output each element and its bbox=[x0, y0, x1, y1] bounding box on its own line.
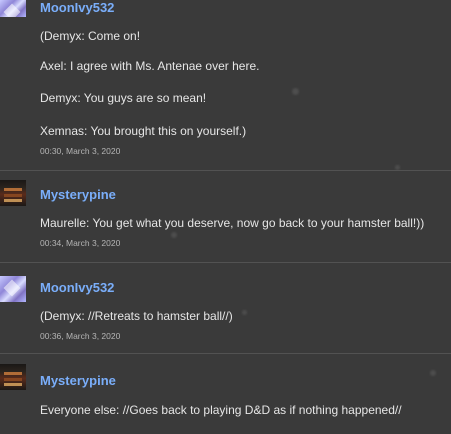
background-speck bbox=[171, 232, 177, 238]
timestamp: 00:34, March 3, 2020 bbox=[40, 238, 121, 248]
crystal-avatar[interactable] bbox=[0, 0, 26, 17]
comment-divider bbox=[0, 353, 451, 354]
timestamp: 00:30, March 3, 2020 bbox=[40, 146, 121, 156]
comment-line: Axel: I agree with Ms. Antenae over here… bbox=[40, 59, 260, 73]
comment-divider bbox=[0, 262, 451, 263]
background-speck bbox=[430, 370, 436, 376]
username[interactable]: Mysterypine bbox=[40, 187, 116, 202]
username[interactable]: MoonIvy532 bbox=[40, 0, 114, 15]
comment-divider bbox=[0, 170, 451, 171]
comment-line: Demyx: You guys are so mean! bbox=[40, 91, 207, 105]
crystal-avatar[interactable] bbox=[0, 276, 26, 302]
timestamp: 00:36, March 3, 2020 bbox=[40, 331, 121, 341]
username[interactable]: MoonIvy532 bbox=[40, 280, 114, 295]
background-speck bbox=[242, 310, 247, 315]
dark-avatar[interactable] bbox=[0, 364, 26, 390]
comment-line: (Demyx: Come on! bbox=[40, 29, 141, 43]
username[interactable]: Mysterypine bbox=[40, 373, 116, 388]
comment-line: Xemnas: You brought this on yourself.) bbox=[40, 124, 247, 138]
comment-line: Maurelle: You get what you deserve, now … bbox=[40, 216, 425, 230]
background-speck bbox=[292, 88, 299, 95]
comment-line: Everyone else: //Goes back to playing D&… bbox=[40, 403, 402, 417]
dark-avatar[interactable] bbox=[0, 180, 26, 206]
comment-line: (Demyx: //Retreats to hamster ball//) bbox=[40, 309, 233, 323]
